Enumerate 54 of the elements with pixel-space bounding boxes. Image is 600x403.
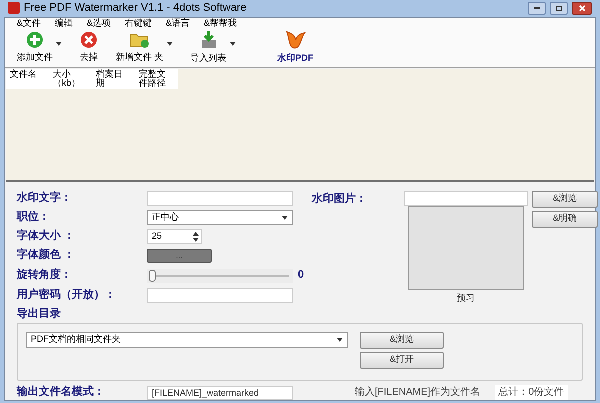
caret-icon (56, 42, 62, 46)
menu-item[interactable]: &文件 (17, 16, 42, 30)
caret-icon (166, 42, 173, 46)
preview-label: 预习 (456, 292, 476, 304)
minimize-button[interactable] (528, 2, 546, 15)
column-header[interactable]: 文件名 (6, 68, 49, 88)
field-label: 水印图片： (312, 192, 368, 206)
slider-track[interactable] (147, 268, 293, 282)
column-header[interactable]: 完整文件路径 (135, 68, 178, 88)
menu-item[interactable]: &选项 (87, 16, 112, 30)
close-icon (578, 4, 586, 12)
toolbar-button[interactable]: 去掉 (76, 31, 102, 65)
toolbar-button[interactable]: 添加文件 (13, 31, 66, 65)
caret-icon (337, 338, 343, 342)
field-label: 职位： (17, 210, 51, 226)
menu-item[interactable]: 编辑 (55, 16, 74, 30)
input-field[interactable] (147, 191, 293, 206)
caret-icon (230, 42, 236, 46)
action-button[interactable]: &打开 (360, 352, 444, 368)
app-logo-icon (8, 2, 20, 14)
dropdown[interactable]: PDF文档的相同文件夹 (26, 332, 348, 348)
input-field[interactable] (147, 288, 293, 303)
column-header[interactable]: 档案日期 (92, 68, 135, 88)
field-label: 字体颜色 ： (17, 248, 76, 264)
dropdown[interactable]: 正中心 (147, 210, 293, 225)
input-field[interactable]: [FILENAME]_watermarked (147, 386, 293, 400)
toolbar-button[interactable]: 新增文件 夹 (112, 31, 177, 65)
column-header[interactable]: 大小（kb） (49, 68, 92, 88)
field-label: 输出文件名模式： (17, 384, 106, 400)
import-icon (200, 30, 218, 50)
slider-value: 0 (298, 268, 304, 284)
section-title: 导出目录 (17, 306, 62, 322)
toolbar-button[interactable]: 导入列表 (186, 30, 240, 66)
maximize-button[interactable] (550, 2, 568, 15)
input-field[interactable] (404, 190, 528, 206)
field-label: 字体大小 ： (17, 228, 76, 244)
hint-text: 输入[FILENAME]作为文件名 (355, 386, 481, 400)
number-spinner[interactable]: 25 (147, 229, 202, 244)
action-button[interactable]: &明确 (532, 210, 598, 228)
flame-icon (284, 30, 307, 50)
field-label: 水印文字： (17, 190, 73, 206)
file-count: 总计：0份文件 (494, 385, 568, 400)
close-button[interactable] (572, 2, 592, 15)
field-label: 用户密码（开放）： (17, 288, 117, 304)
caret-icon (282, 216, 288, 220)
field-label: 旋转角度： (17, 268, 73, 284)
menu-item[interactable]: 右键键 (125, 16, 152, 30)
menu-item[interactable]: &语言 (166, 16, 190, 30)
window-title: Free PDF Watermarker V1.1 - 4dots Software (24, 1, 247, 16)
toolbar-button[interactable]: 水印PDF (274, 30, 318, 66)
action-button[interactable]: &浏览 (532, 190, 598, 208)
action-button[interactable]: &浏览 (360, 332, 444, 348)
slider-thumb[interactable] (149, 270, 156, 282)
menu-item[interactable]: &帮帮我 (204, 16, 238, 30)
